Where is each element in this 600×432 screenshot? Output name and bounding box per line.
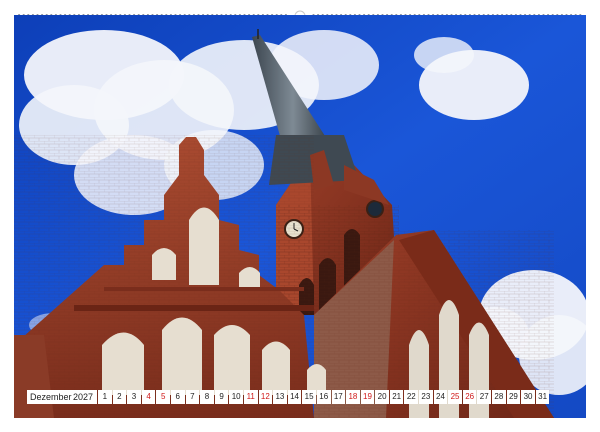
day-cell: 16 xyxy=(316,390,331,404)
day-cell: 10 xyxy=(229,390,243,404)
day-cell: 3 xyxy=(127,390,141,404)
clock-face-right xyxy=(366,200,384,218)
day-cell: 24 xyxy=(433,390,448,404)
day-cell: 22 xyxy=(404,390,419,404)
day-cell: 19 xyxy=(360,390,375,404)
day-cell: 17 xyxy=(331,390,346,404)
month-label: Dezember 2027 xyxy=(27,390,97,404)
day-cell: 4 xyxy=(141,390,156,404)
day-cell: 14 xyxy=(287,390,302,404)
day-cell: 13 xyxy=(273,390,287,404)
day-cell: 9 xyxy=(214,390,229,404)
day-cell: 15 xyxy=(302,390,316,404)
year-label: 2027 xyxy=(72,392,93,402)
day-cell: 28 xyxy=(492,390,506,404)
day-cell: 29 xyxy=(506,390,521,404)
day-cell: 27 xyxy=(477,390,492,404)
day-cell: 25 xyxy=(448,390,462,404)
day-cell: 23 xyxy=(419,390,433,404)
church-image xyxy=(14,15,586,418)
day-cell: 20 xyxy=(375,390,389,404)
day-cell: 31 xyxy=(535,390,550,404)
day-cell: 26 xyxy=(462,390,477,404)
day-cell: 11 xyxy=(243,390,258,404)
day-cell: 30 xyxy=(521,390,535,404)
calendar-page: Dezember 2027 1 2 3 4 5 6 7 8 9 10 11 12 13 14 15 16 17 1… xyxy=(0,0,600,432)
day-cell: 12 xyxy=(258,390,273,404)
day-cell: 6 xyxy=(170,390,185,404)
day-cell: 18 xyxy=(346,390,360,404)
church-photo xyxy=(14,15,586,418)
day-cell: 8 xyxy=(200,390,214,404)
day-cell: 2 xyxy=(112,390,127,404)
day-cell: 1 xyxy=(98,390,112,404)
month-name: Dezember xyxy=(30,392,72,402)
day-cell: 21 xyxy=(389,390,404,404)
day-cell: 5 xyxy=(156,390,170,404)
calendar-strip: Dezember 2027 1 2 3 4 5 6 7 8 9 10 11 12 13 14 15 16 17 1… xyxy=(27,390,550,404)
day-cell: 7 xyxy=(185,390,200,404)
stepped-gable xyxy=(14,135,326,418)
